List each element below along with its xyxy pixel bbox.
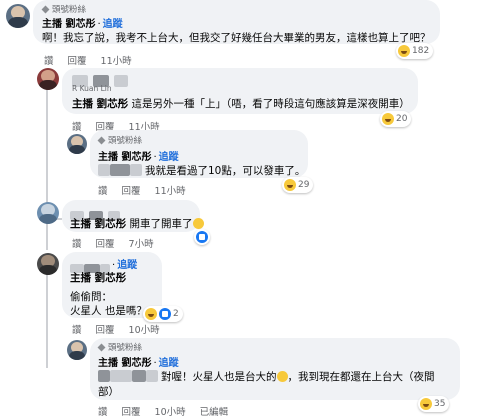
laughing-emoji-icon — [276, 371, 288, 382]
top-fan-badge: 頭號粉絲 — [41, 3, 86, 15]
haha-icon — [382, 113, 394, 125]
follow-link[interactable]: 追蹤 — [159, 358, 179, 369]
reply-link[interactable]: 回覆 — [96, 239, 115, 250]
comment-text: 我就是看過了10點，可以發車了。 — [98, 163, 305, 178]
comment-actions: 讚 回覆 11小時 — [44, 53, 146, 67]
like-link[interactable]: 讚 — [44, 56, 54, 67]
top-fan-badge: 頭號粉絲 — [97, 134, 142, 146]
comment-author: 主播 劉芯彤 · 追蹤 — [42, 19, 123, 30]
like-link[interactable]: 讚 — [98, 407, 108, 418]
haha-icon — [145, 308, 157, 320]
haha-icon — [284, 179, 296, 191]
reaction-count[interactable]: 35 — [418, 396, 450, 412]
reply-link[interactable]: 回覆 — [96, 325, 115, 336]
like-icon — [196, 231, 208, 243]
reply-link[interactable]: 回覆 — [122, 186, 141, 197]
reaction-count[interactable]: 29 — [282, 177, 314, 193]
top-fan-badge: 頭號粉絲 — [97, 341, 142, 353]
comment-text: 主播 劉芯彤 開車了開車了 — [70, 216, 204, 231]
edited-label[interactable]: 已編輯 — [200, 407, 229, 418]
avatar[interactable] — [37, 202, 59, 224]
timestamp[interactable]: 10小時 — [129, 325, 160, 336]
diamond-icon — [97, 136, 106, 145]
comment-text: 火星人 也是嗎？ — [70, 305, 147, 317]
comment-text: 對喔！火星人也是台大的 ，我到現在都還在上台大（夜間 — [98, 369, 435, 384]
diamond-icon — [97, 343, 106, 352]
like-link[interactable]: 讚 — [72, 122, 82, 133]
like-link[interactable]: 讚 — [98, 186, 108, 197]
mention-tag[interactable]: 主播 劉芯彤 — [70, 270, 126, 285]
timestamp[interactable]: 7小時 — [129, 239, 154, 250]
reaction-count[interactable]: 20 — [380, 111, 412, 127]
like-icon — [159, 308, 171, 320]
diamond-icon — [41, 5, 50, 14]
thread-line — [46, 268, 48, 368]
reply-link[interactable]: 回覆 — [68, 56, 87, 67]
follow-link[interactable]: 追蹤 — [103, 19, 123, 30]
reply-link[interactable]: 回覆 — [122, 407, 141, 418]
comment-text: 啊！我忘了說，我考不上台大，但我交了好幾任台大畢業的男友，這樣也算上了吧？ — [42, 32, 431, 44]
timestamp[interactable]: 11小時 — [101, 56, 132, 67]
mention-tag[interactable]: 主播 劉芯彤 — [72, 98, 128, 110]
mention-tag[interactable]: 主播 劉芯彤 — [70, 218, 126, 230]
comment-author: 主播 劉芯彤 · 追蹤 — [98, 358, 179, 369]
comment-author: · 追蹤 — [112, 260, 138, 271]
comment-author: 主播 劉芯彤 · 追蹤 — [98, 152, 179, 163]
avatar[interactable] — [67, 134, 87, 154]
comment-actions: 讚 回覆 10小時 已編輯 — [98, 404, 242, 418]
comment-actions: 讚 回覆 7小時 — [72, 236, 168, 250]
comment-text: 偷偷問： — [70, 291, 112, 303]
timestamp[interactable]: 11小時 — [155, 186, 186, 197]
avatar[interactable] — [37, 253, 59, 275]
laughing-emoji-icon — [192, 218, 204, 229]
comment-text: 主播 劉芯彤 這是另外一種「上」（唔，看了時段這句應該算是深夜開車） — [72, 98, 410, 110]
reaction-count[interactable] — [194, 229, 210, 245]
follow-link[interactable]: 追蹤 — [159, 152, 179, 163]
author-name-small[interactable]: R Kuan Lin — [72, 84, 112, 93]
comment-actions: 讚 回覆 11小時 — [98, 183, 200, 197]
like-link[interactable]: 讚 — [72, 239, 82, 250]
comment-text: 部） — [98, 386, 119, 398]
avatar[interactable] — [67, 340, 87, 360]
reaction-count[interactable]: 2 — [143, 306, 183, 322]
timestamp[interactable]: 10小時 — [155, 407, 186, 418]
avatar[interactable] — [37, 68, 59, 90]
haha-icon — [398, 45, 410, 57]
reaction-count[interactable]: 182 — [396, 43, 434, 59]
haha-icon — [420, 398, 432, 410]
comment-actions: 讚 回覆 10小時 — [72, 322, 174, 336]
like-link[interactable]: 讚 — [72, 325, 82, 336]
avatar[interactable] — [6, 4, 30, 28]
